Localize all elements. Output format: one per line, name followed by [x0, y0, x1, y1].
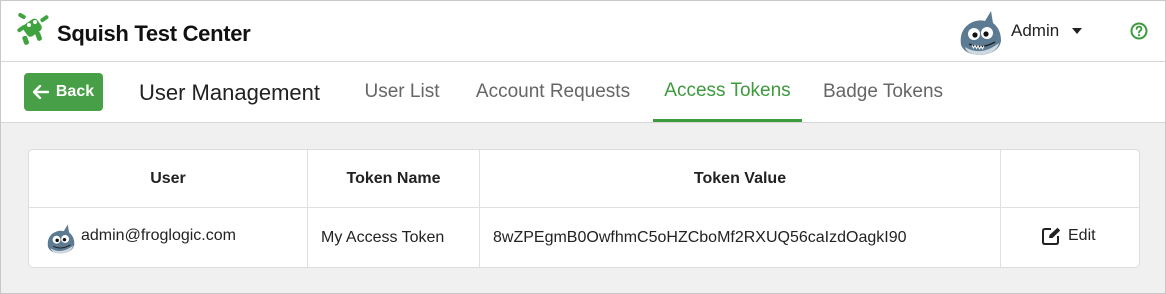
tab-user-list[interactable]: User List: [352, 62, 452, 122]
tab-access-tokens[interactable]: Access Tokens: [653, 62, 802, 122]
top-bar: Squish Test Center Admin: [1, 1, 1165, 62]
back-button[interactable]: Back: [24, 73, 103, 111]
chevron-down-icon: [1072, 28, 1082, 34]
back-button-label: Back: [55, 83, 95, 100]
tab-badge-tokens[interactable]: Badge Tokens: [813, 62, 953, 122]
avatar: [960, 11, 1001, 55]
avatar: [47, 224, 75, 254]
edit-button[interactable]: Edit: [1042, 227, 1096, 245]
row-token-name: My Access Token: [321, 229, 445, 246]
row-user-email: admin@froglogic.com: [81, 227, 236, 244]
column-divider: [1000, 150, 1001, 267]
column-header-token-name: Token Name: [346, 170, 441, 187]
question-circle-icon[interactable]: [1130, 22, 1148, 40]
edit-button-label: Edit: [1068, 227, 1096, 244]
edit-icon: [1042, 227, 1061, 245]
sub-header: Back User Management User List Account R…: [1, 62, 1165, 123]
column-header-token-value: Token Value: [693, 170, 787, 187]
row-divider: [29, 207, 1139, 208]
page-title: User Management: [139, 80, 320, 105]
app-title: Squish Test Center: [57, 21, 251, 46]
column-divider: [307, 150, 308, 267]
access-tokens-table: User Token Name Token Value admin@froglo…: [28, 149, 1140, 268]
column-divider: [479, 150, 480, 267]
column-header-user: User: [150, 170, 186, 187]
user-name: Admin: [1011, 21, 1060, 40]
row-token-value: 8wZPEgmB0OwfhmC5oHZCboMf2RXUQ56caIzdOagk…: [493, 229, 907, 246]
arrow-left-icon: [32, 85, 49, 99]
frog-logo-icon: [17, 13, 49, 45]
tab-account-requests[interactable]: Account Requests: [466, 62, 640, 122]
